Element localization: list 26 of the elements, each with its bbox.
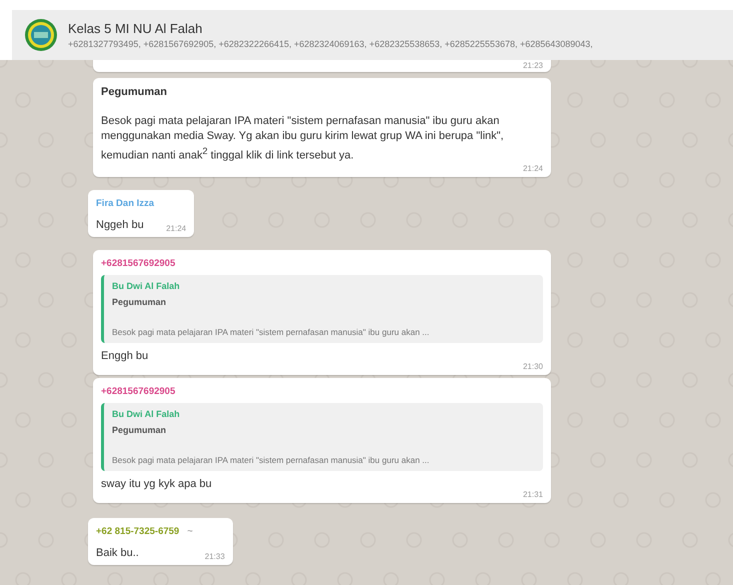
message-text: Nggeh bu	[96, 218, 145, 233]
message-text: Enggh bu	[101, 350, 150, 362]
message-time: 21:24	[522, 164, 543, 173]
quote-title: Pegumuman	[112, 296, 168, 307]
message-title: Pegumuman	[101, 86, 168, 98]
sender-name: +6281567692905	[101, 258, 176, 269]
message-time: 21:33	[204, 552, 225, 561]
quote-author: Bu Dwi Al Falah	[112, 408, 181, 419]
sender-name: Fira Dan Izza	[96, 198, 154, 209]
sender-name: +6281567692905	[101, 386, 176, 397]
quote-title: Pegumuman	[112, 424, 168, 435]
message-time: 21:30	[522, 362, 543, 371]
group-logo-icon	[24, 18, 58, 52]
quote-text: Besok pagi mata pelajaran IPA materi "sistem pernafasan manusia" ibu guru akan ...	[112, 326, 430, 337]
message-text: sway itu yg kyk apa bu	[101, 478, 213, 490]
message-time: 21:31	[522, 490, 543, 499]
group-name: Kelas 5 MI NU Al Falah	[68, 21, 204, 36]
message-time: 21:23	[522, 61, 543, 70]
quote-author: Bu Dwi Al Falah	[112, 280, 181, 291]
member-list: +6281327793495, +6281567692905, +6282322266415, +6282324069163, +6282325538653, +6285225553678, +6285643089043,	[68, 39, 593, 49]
sender-name: +62 815-7325-6759	[96, 526, 180, 537]
message-text: Baik bu..	[96, 546, 140, 561]
message-time: 21:24	[166, 224, 186, 233]
sender-note: ~	[187, 526, 193, 537]
quote-text: Besok pagi mata pelajaran IPA materi "sistem pernafasan manusia" ibu guru akan ...	[112, 454, 430, 465]
message-text: Besok pagi mata pelajaran IPA materi "sistem pernafasan manusia" ibu guru akan menggunakan media Sway. Yg akan ibu guru kirim lewat grup WA ini berupa "link", kemudian nanti anak$^{2}$ tinggal klik di link tersebut ya.	[101, 114, 505, 164]
